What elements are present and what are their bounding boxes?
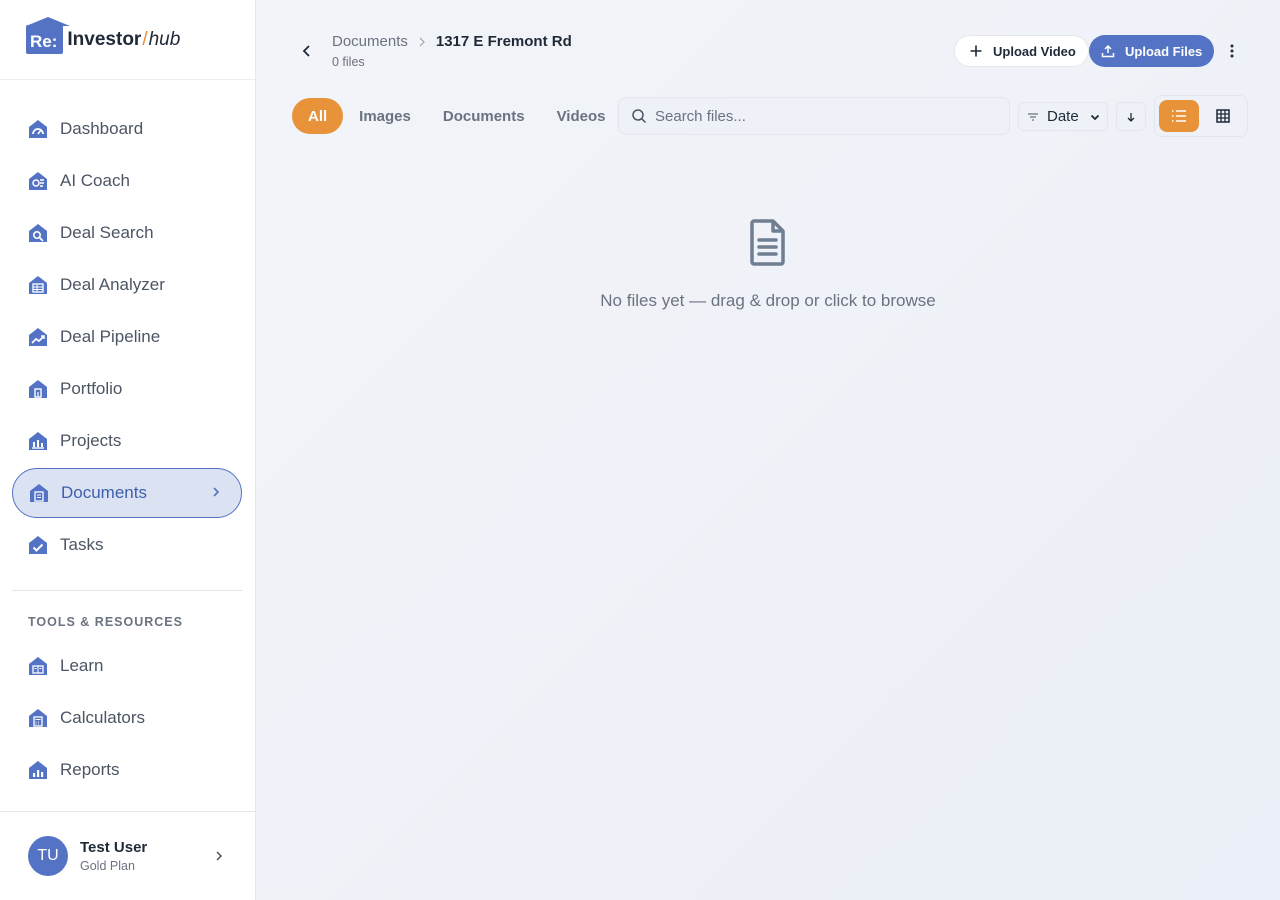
back-button[interactable] [296, 40, 318, 62]
file-text-icon [750, 219, 785, 266]
logo-re: Re: [26, 17, 71, 54]
sidebar-item-documents[interactable]: Documents [12, 468, 242, 518]
portfolio-icon [29, 380, 47, 398]
sidebar-item-label: Projects [60, 431, 122, 450]
empty-state-message: No files yet — drag & drop or click to b… [600, 291, 936, 310]
file-count: 0 files [332, 55, 365, 69]
sort-direction-button[interactable] [1116, 102, 1146, 131]
sidebar-item-label: Reports [60, 760, 120, 779]
breadcrumb-separator-icon [419, 37, 425, 46]
tools-section-title: TOOLS & RESOURCES [28, 615, 183, 629]
search-box [618, 97, 1010, 135]
list-view-button[interactable] [1159, 100, 1199, 132]
sidebar-item-label: Tasks [60, 535, 104, 554]
chevron-right-icon [213, 487, 220, 497]
empty-state[interactable]: No files yet — drag & drop or click to b… [256, 218, 1280, 311]
sidebar-item-label: Learn [60, 656, 104, 675]
more-vertical-icon [1230, 44, 1234, 58]
sidebar-item-label: Deal Analyzer [60, 275, 165, 294]
tab-videos[interactable]: Videos [541, 98, 622, 134]
plus-icon [970, 45, 982, 57]
user-menu[interactable]: TU Test User Gold Plan [0, 811, 255, 900]
sidebar-item-deal-search[interactable]: Deal Search [12, 208, 242, 258]
logo-investor: Investor [67, 28, 142, 50]
sidebar-item-dashboard[interactable]: Dashboard [12, 104, 242, 154]
list-icon [1172, 110, 1186, 122]
tasks-icon [29, 536, 47, 554]
upload-video-button[interactable]: Upload Video [954, 35, 1089, 67]
sidebar-item-learn[interactable]: Learn [12, 641, 242, 691]
deal-pipeline-icon [29, 328, 47, 346]
chevron-left-icon [302, 45, 310, 57]
reports-icon [29, 761, 47, 779]
user-name: Test User [80, 839, 148, 856]
main-content: Documents 1317 E Fremont Rd 0 files Uplo… [256, 0, 1280, 900]
breadcrumb: Documents 1317 E Fremont Rd [332, 33, 572, 50]
sidebar-item-label: AI Coach [60, 171, 130, 190]
sidebar-item-deal-pipeline[interactable]: Deal Pipeline [12, 312, 242, 362]
sidebar-item-portfolio[interactable]: Portfolio [12, 364, 242, 414]
sidebar-item-label: Documents [61, 483, 147, 502]
tab-all[interactable]: All [292, 98, 344, 134]
grid-icon [1216, 109, 1230, 123]
user-plan: Gold Plan [80, 859, 135, 873]
sidebar-item-label: Dashboard [60, 119, 144, 138]
main-nav: Dashboard AI Coach Deal Search Deal Anal… [0, 80, 255, 570]
sidebar-item-label: Deal Search [60, 223, 154, 242]
documents-icon [30, 484, 48, 502]
calculators-icon [29, 709, 47, 727]
ai-coach-icon [29, 172, 47, 190]
tab-documents[interactable]: Documents [427, 98, 541, 134]
upload-files-button[interactable]: Upload Files [1089, 35, 1215, 67]
sidebar-item-reports[interactable]: Reports [12, 745, 242, 795]
deal-search-icon [29, 224, 47, 242]
sidebar: Re: Investor / hub Dashboard AI Coach De… [0, 0, 256, 900]
tools-nav: Learn Calculators Reports [0, 641, 255, 795]
logo-slash: / [142, 28, 148, 50]
filter-lines-icon [1028, 112, 1038, 121]
tab-images[interactable]: Images [343, 98, 427, 134]
logo-mark: Re: Investor / hub [26, 17, 181, 54]
sidebar-item-label: Calculators [60, 708, 146, 727]
sidebar-item-projects[interactable]: Projects [12, 416, 242, 466]
upload-icon [1101, 44, 1115, 58]
sidebar-item-deal-analyzer[interactable]: Deal Analyzer [12, 260, 242, 310]
learn-icon [29, 657, 47, 675]
search-input[interactable] [655, 107, 975, 125]
deal-analyzer-icon [29, 276, 47, 294]
logo-hub: hub [148, 28, 181, 50]
sidebar-item-ai-coach[interactable]: AI Coach [12, 156, 242, 206]
breadcrumb-documents[interactable]: Documents [332, 33, 408, 50]
logo[interactable]: Re: Investor / hub [0, 0, 255, 80]
sidebar-item-label: Deal Pipeline [60, 327, 161, 346]
dashboard-icon [29, 120, 47, 138]
avatar: TU [28, 836, 68, 876]
search-icon [632, 109, 647, 124]
filter-tabs: All Images Documents Videos [292, 98, 621, 134]
breadcrumb-current: 1317 E Fremont Rd [435, 33, 572, 50]
more-options-button[interactable] [1222, 40, 1242, 62]
sort-label: Date [1047, 108, 1079, 125]
projects-icon [29, 432, 47, 450]
sidebar-item-tasks[interactable]: Tasks [12, 520, 242, 570]
grid-view-button[interactable] [1203, 100, 1243, 132]
sidebar-item-calculators[interactable]: Calculators [12, 693, 242, 743]
view-toggle [1154, 95, 1248, 137]
sidebar-item-label: Portfolio [60, 379, 123, 398]
upload-video-label: Upload Video [993, 43, 1076, 59]
upload-files-label: Upload Files [1125, 43, 1203, 59]
arrow-down-icon [1127, 112, 1135, 122]
sort-select[interactable]: Date [1018, 102, 1108, 131]
chevron-right-icon [216, 851, 223, 861]
chevron-down-icon [1090, 114, 1099, 120]
user-info: Test User Gold Plan [80, 839, 147, 873]
